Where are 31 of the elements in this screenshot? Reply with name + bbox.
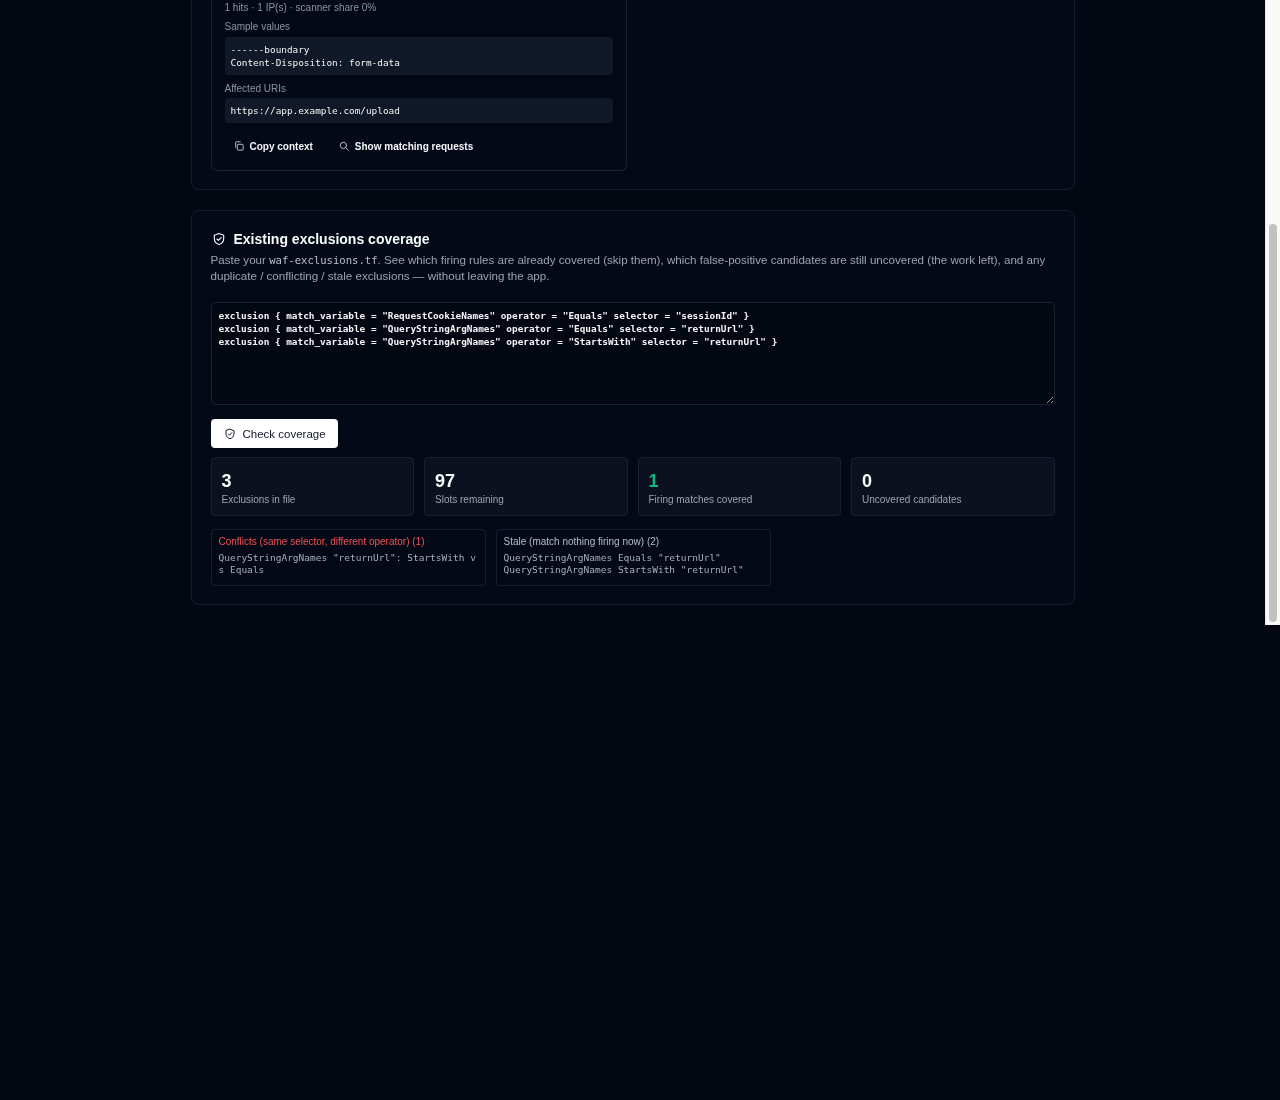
- scrollbar[interactable]: [1265, 0, 1280, 625]
- stat-value: 1: [648, 470, 660, 492]
- scrollbar-thumb[interactable]: [1269, 224, 1277, 622]
- copy-icon: [233, 141, 244, 151]
- copy-context-button[interactable]: Copy context: [224, 135, 322, 157]
- panel-title: Stale (match nothing firing now) (2): [503, 535, 661, 549]
- stat-label: Slots remaining: [435, 493, 505, 507]
- exclusion-entry: QueryStringArgNames "returnUrl": StartsWith vs Equals: [218, 552, 477, 576]
- code-line: Content-Disposition: form-data: [230, 56, 401, 69]
- stat-label: Firing matches covered: [648, 493, 754, 507]
- section-label: Sample values: [224, 20, 292, 34]
- hit-summary: 1 hits · 1 IP(s) · scanner share 0%: [224, 1, 378, 15]
- code-line: https://app.example.com/upload: [230, 104, 401, 117]
- stat-value: 97: [435, 470, 457, 492]
- stat-value: 0: [862, 470, 873, 492]
- check-coverage-button[interactable]: Check coverage: [210, 419, 338, 448]
- section-title: Existing exclusions coverage: [233, 230, 430, 248]
- exclusion-entry: QueryStringArgNames Equals "returnUrl": [503, 552, 722, 564]
- section-description: Paste your waf-exclusions.tf. See which firing rules are already covered (skip them), which false-positive candidates are still uncovered (the work left), and any duplicate / conflicting / stale exclusions — without leaving the app.: [210, 252, 1047, 284]
- stat-label: Uncovered candidates: [862, 493, 963, 507]
- stat-label: Exclusions in file: [221, 493, 297, 507]
- shield-check-icon: [223, 427, 236, 440]
- stat-value: 3: [221, 470, 233, 492]
- exclusions-input[interactable]: exclusion { match_variable = "RequestCookieNames" operator = "Equals" selector = "sessionId" } exclusion { match_variable = "QueryStringArgNames" operator = "Equals" selector = "returnUrl" } exclusion { match_variable = "QueryStringArgNames" operator = "StartsWith" selector = "returnUrl" }: [210, 302, 1055, 405]
- panel-title: Conflicts (same selector, different operator) (1): [218, 535, 426, 549]
- search-icon: [338, 141, 349, 151]
- exclusion-entry: QueryStringArgNames StartsWith "returnUrl": [503, 564, 745, 576]
- shield-check-icon: [211, 232, 226, 246]
- section-label: Affected URIs: [224, 82, 287, 96]
- code-line: ------boundary: [230, 43, 311, 56]
- show-requests-button[interactable]: Show matching requests: [329, 135, 483, 157]
